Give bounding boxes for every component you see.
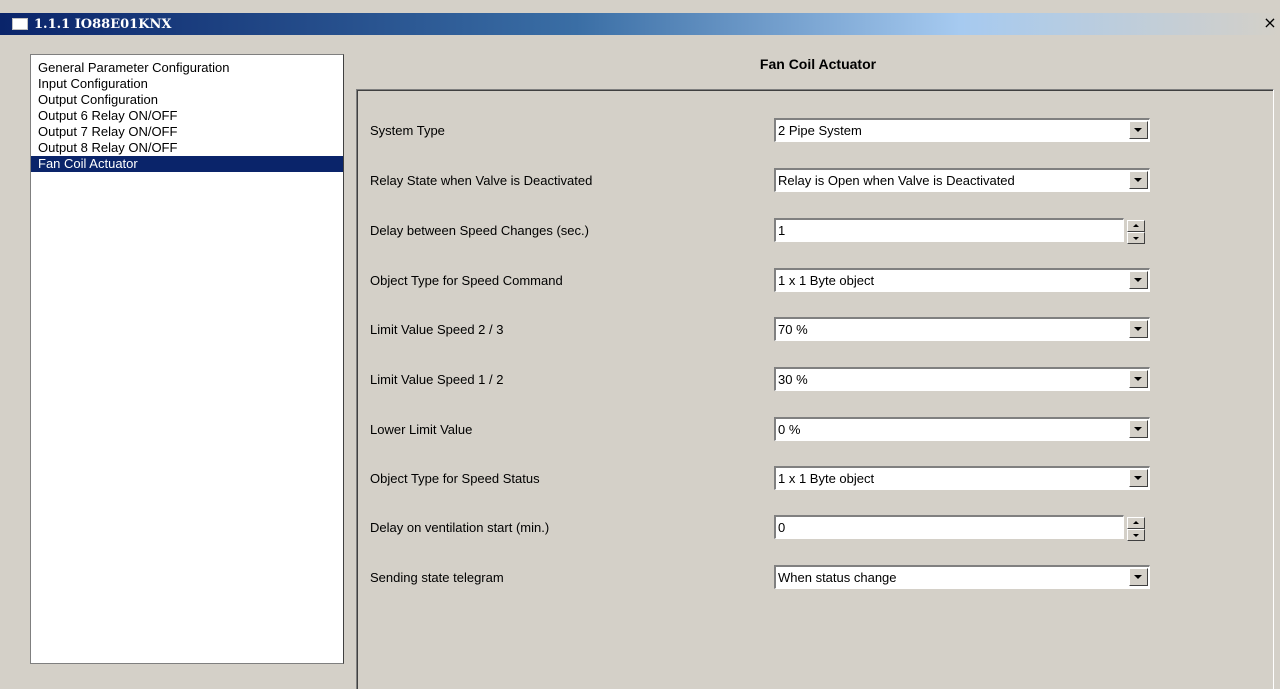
chevron-down-icon	[1134, 178, 1142, 182]
param-row-speed-command-type: Object Type for Speed Command 1 x 1 Byte…	[357, 268, 1275, 294]
speed-status-type-dropdown[interactable]: 1 x 1 Byte object	[774, 466, 1150, 490]
spin-up-icon[interactable]	[1127, 220, 1145, 232]
spin-up-icon[interactable]	[1127, 517, 1145, 529]
dropdown-value: When status change	[778, 570, 897, 585]
dropdown-value: 2 Pipe System	[778, 123, 862, 138]
param-label: Sending state telegram	[370, 570, 504, 585]
spin-down-icon[interactable]	[1127, 232, 1145, 244]
param-row-speed-status-type: Object Type for Speed Status 1 x 1 Byte …	[357, 466, 1275, 492]
dropdown-button[interactable]	[1129, 370, 1148, 388]
dropdown-button[interactable]	[1129, 469, 1148, 487]
window-icon	[12, 18, 28, 30]
nav-item-output-configuration[interactable]: Output Configuration	[31, 92, 343, 108]
param-label: Object Type for Speed Status	[370, 471, 540, 486]
param-row-relay-state: Relay State when Valve is Deactivated Re…	[357, 168, 1275, 194]
param-row-lower-limit: Lower Limit Value 0 %	[357, 417, 1275, 443]
param-label: Limit Value Speed 2 / 3	[370, 322, 504, 337]
dropdown-value: 70 %	[778, 322, 808, 337]
param-label: Object Type for Speed Command	[370, 273, 563, 288]
dropdown-button[interactable]	[1129, 420, 1148, 438]
dropdown-value: 1 x 1 Byte object	[778, 471, 875, 486]
chevron-down-icon	[1134, 427, 1142, 431]
chevron-down-icon	[1134, 128, 1142, 132]
dropdown-value: 30 %	[778, 372, 808, 387]
param-row-limit-speed-1-2: Limit Value Speed 1 / 2 30 %	[357, 367, 1275, 393]
chevron-down-icon	[1134, 278, 1142, 282]
dropdown-button[interactable]	[1129, 121, 1148, 139]
param-label: Limit Value Speed 1 / 2	[370, 372, 504, 387]
chevron-down-icon	[1134, 327, 1142, 331]
chevron-down-icon	[1134, 476, 1142, 480]
nav-item-output-6-relay[interactable]: Output 6 Relay ON/OFF	[31, 108, 343, 124]
ventilation-start-delay-input[interactable]: 0	[774, 515, 1145, 541]
spinner-buttons	[1127, 517, 1145, 541]
relay-state-dropdown[interactable]: Relay is Open when Valve is Deactivated	[774, 168, 1150, 192]
nav-item-fan-coil-actuator[interactable]: Fan Coil Actuator	[31, 156, 343, 172]
nav-item-input-configuration[interactable]: Input Configuration	[31, 76, 343, 92]
delay-speed-changes-input[interactable]: 1	[774, 218, 1145, 244]
limit-speed-2-3-dropdown[interactable]: 70 %	[774, 317, 1150, 341]
dropdown-button[interactable]	[1129, 320, 1148, 338]
close-icon[interactable]: ×	[1262, 15, 1278, 31]
param-label: System Type	[370, 123, 445, 138]
dropdown-button[interactable]	[1129, 568, 1148, 586]
nav-item-output-7-relay[interactable]: Output 7 Relay ON/OFF	[31, 124, 343, 140]
parameter-category-list: General Parameter Configuration Input Co…	[30, 54, 344, 664]
sending-state-telegram-dropdown[interactable]: When status change	[774, 565, 1150, 589]
param-label: Delay on ventilation start (min.)	[370, 520, 550, 535]
dropdown-button[interactable]	[1129, 171, 1148, 189]
nav-item-general-parameter-configuration[interactable]: General Parameter Configuration	[31, 60, 343, 76]
chevron-down-icon	[1134, 575, 1142, 579]
param-row-sending-state-telegram: Sending state telegram When status chang…	[357, 565, 1275, 591]
limit-speed-1-2-dropdown[interactable]: 30 %	[774, 367, 1150, 391]
window-title: 1.1.1 IO88E01KNX	[34, 16, 172, 32]
nav-item-output-8-relay[interactable]: Output 8 Relay ON/OFF	[31, 140, 343, 156]
parameter-panel: System Type 2 Pipe System Relay State wh…	[356, 89, 1274, 689]
dropdown-value: 1 x 1 Byte object	[778, 273, 875, 288]
speed-command-type-dropdown[interactable]: 1 x 1 Byte object	[774, 268, 1150, 292]
chevron-down-icon	[1134, 377, 1142, 381]
spinner-buttons	[1127, 220, 1145, 244]
spinner-value: 0	[778, 520, 786, 535]
param-label: Lower Limit Value	[370, 422, 473, 437]
param-label: Delay between Speed Changes (sec.)	[370, 223, 589, 238]
spin-down-icon[interactable]	[1127, 529, 1145, 541]
dropdown-button[interactable]	[1129, 271, 1148, 289]
param-row-ventilation-start-delay: Delay on ventilation start (min.) 0	[357, 515, 1275, 541]
dropdown-value: 0 %	[778, 422, 801, 437]
param-row-limit-speed-2-3: Limit Value Speed 2 / 3 70 %	[357, 317, 1275, 343]
panel-title: Fan Coil Actuator	[759, 56, 877, 72]
window-title-bar: 1.1.1 IO88E01KNX ×	[0, 13, 1280, 35]
param-row-delay-speed-changes: Delay between Speed Changes (sec.) 1	[357, 218, 1275, 244]
spinner-value: 1	[778, 223, 786, 238]
system-type-dropdown[interactable]: 2 Pipe System	[774, 118, 1150, 142]
lower-limit-dropdown[interactable]: 0 %	[774, 417, 1150, 441]
dropdown-value: Relay is Open when Valve is Deactivated	[778, 173, 1015, 188]
param-label: Relay State when Valve is Deactivated	[370, 173, 593, 188]
param-row-system-type: System Type 2 Pipe System	[357, 118, 1275, 144]
